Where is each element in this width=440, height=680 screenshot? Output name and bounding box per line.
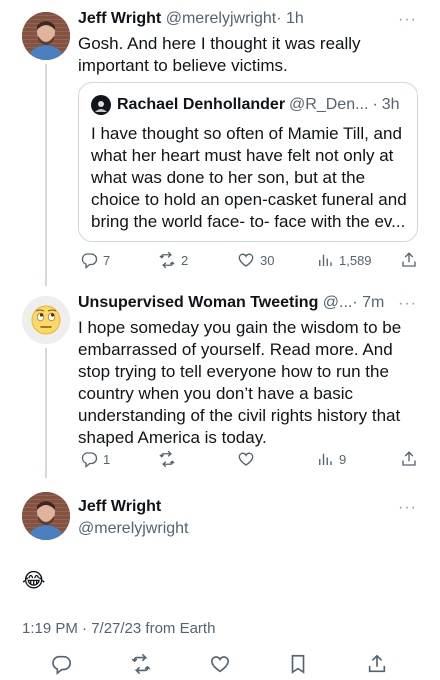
reply-button[interactable] xyxy=(50,653,72,680)
views-button[interactable]: 1,589 xyxy=(316,251,372,269)
more-options-icon[interactable]: ··· xyxy=(398,11,417,29)
tweet-text: 😂 xyxy=(22,570,46,592)
reply-count: 7 xyxy=(103,252,111,268)
separator-dot: · xyxy=(372,96,378,113)
reply-count: 1 xyxy=(103,451,111,467)
heart-icon xyxy=(210,656,230,673)
tweet-unsupervised-woman[interactable]: Unsupervised Woman Tweeting @...· 7m ···… xyxy=(0,290,440,480)
separator-dot: · xyxy=(352,294,358,311)
share-icon xyxy=(368,654,386,673)
more-options-icon[interactable]: ··· xyxy=(398,499,417,517)
author-name[interactable]: Jeff Wright xyxy=(78,10,161,27)
main-tweet: Jeff Wright @merelyjwright ··· 😂 1:19 PM… xyxy=(0,480,440,680)
share-button[interactable] xyxy=(400,251,418,269)
like-button[interactable] xyxy=(209,653,231,680)
retweet-count: 2 xyxy=(181,252,189,268)
quoted-tweet-text: I have thought so often of Mamie Till, a… xyxy=(91,124,407,231)
like-button[interactable]: 30 xyxy=(237,251,274,269)
quoted-author-handle: @R_Den... xyxy=(289,96,369,113)
retweet-icon xyxy=(159,450,175,468)
tweet-text: Gosh. And here I thought it was really i… xyxy=(78,34,361,75)
quoted-author-name: Rachael Denhollander xyxy=(117,96,286,113)
quoted-tweet-time: 3h xyxy=(381,96,400,113)
reply-button[interactable]: 7 xyxy=(80,251,110,269)
share-icon xyxy=(402,451,416,466)
tweet-text: I hope someday you gain the wisdom to be… xyxy=(78,318,402,447)
views-button[interactable]: 9 xyxy=(316,450,346,468)
author-handle[interactable]: @merelyjwright xyxy=(166,10,276,27)
like-count: 30 xyxy=(260,252,275,268)
share-button[interactable] xyxy=(400,450,418,468)
author-name[interactable]: Jeff Wright xyxy=(78,498,161,516)
quoted-avatar-icon xyxy=(91,95,111,115)
reply-icon xyxy=(81,253,98,269)
reply-button[interactable]: 1 xyxy=(80,450,110,468)
retweet-icon xyxy=(159,251,175,269)
avatar[interactable] xyxy=(22,296,70,344)
tweet-time[interactable]: 1h xyxy=(286,10,304,27)
author-handle[interactable]: @merelyjwright xyxy=(78,520,188,538)
heart-icon xyxy=(238,452,254,466)
avatar[interactable] xyxy=(22,492,70,540)
rolling-eyes-emoji-icon xyxy=(22,296,70,344)
quoted-tweet[interactable]: Rachael Denhollander @R_Den... · 3h I have… xyxy=(78,82,418,242)
author-name[interactable]: Unsupervised Woman Tweeting xyxy=(78,294,318,311)
reply-icon xyxy=(81,452,98,468)
avatar-photo-icon xyxy=(22,492,70,540)
share-button[interactable] xyxy=(366,653,388,680)
tweet-timestamp[interactable]: 1:19 PM · 7/27/23 from Earth xyxy=(22,620,215,637)
retweet-icon xyxy=(131,654,151,674)
heart-icon xyxy=(238,253,254,267)
view-count: 9 xyxy=(339,451,347,467)
view-count: 1,589 xyxy=(339,252,372,268)
bookmark-button[interactable] xyxy=(287,653,309,680)
retweet-button[interactable] xyxy=(158,450,176,468)
retweet-button[interactable] xyxy=(130,653,152,680)
reply-icon xyxy=(52,655,71,675)
bookmark-icon xyxy=(291,654,305,674)
separator-dot: · xyxy=(276,10,282,27)
avatar[interactable] xyxy=(22,12,70,60)
more-options-icon[interactable]: ··· xyxy=(398,295,417,313)
tweet-time[interactable]: 7m xyxy=(362,294,384,311)
like-button[interactable] xyxy=(237,450,255,468)
author-handle[interactable]: @... xyxy=(323,294,353,311)
views-icon xyxy=(319,453,332,465)
views-icon xyxy=(319,254,332,266)
avatar-photo-icon xyxy=(22,12,70,60)
retweet-button[interactable]: 2 xyxy=(158,251,188,269)
tweet-jeff-wright[interactable]: Jeff Wright @merelyjwright· 1h ··· Gosh.… xyxy=(0,0,440,290)
share-icon xyxy=(402,252,416,267)
